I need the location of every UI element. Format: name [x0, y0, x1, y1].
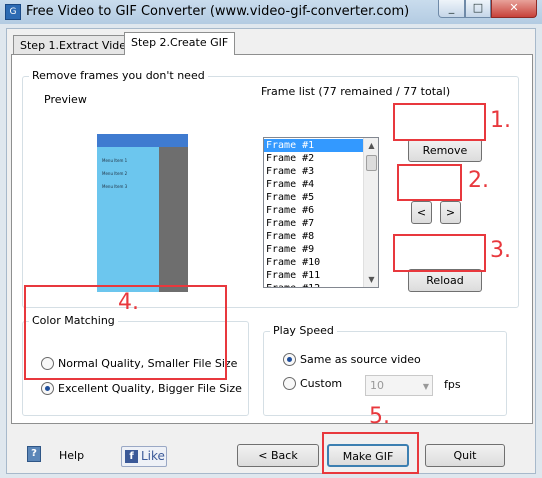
- preview-menu-item: Menu Item 3: [102, 184, 128, 189]
- remove-frames-label: Remove frames you don't need: [29, 69, 208, 82]
- frame-listbox[interactable]: Frame #1 Frame #2 Frame #3 Frame #4 Frame #5…: [263, 137, 379, 288]
- frame-list-item[interactable]: Frame #4: [264, 178, 364, 191]
- frame-list-item[interactable]: Frame #2: [264, 152, 364, 165]
- annotation-number-1: 1.: [490, 108, 511, 133]
- frame-list-item[interactable]: Frame #11: [264, 269, 364, 282]
- annotation-number-5: 5.: [369, 404, 390, 429]
- tab-create-gif[interactable]: Step 2.Create GIF: [124, 32, 236, 55]
- facebook-icon: f: [125, 450, 138, 463]
- frame-list-item[interactable]: Frame #10: [264, 256, 364, 269]
- annotation-box-1: [393, 103, 486, 141]
- frame-list-item[interactable]: Frame #5: [264, 191, 364, 204]
- frame-list-item[interactable]: Frame #6: [264, 204, 364, 217]
- help-link[interactable]: Help: [59, 449, 84, 462]
- frame-list-scrollbar[interactable]: ▲ ▼: [363, 138, 378, 287]
- maximize-button[interactable]: □: [465, 0, 491, 18]
- same-as-source-radio[interactable]: [283, 353, 296, 366]
- custom-fps-value: 10: [370, 379, 384, 392]
- back-button[interactable]: < Back: [237, 444, 319, 467]
- remove-button[interactable]: Remove: [408, 139, 482, 162]
- frame-list-label: Frame list (77 remained / 77 total): [261, 85, 451, 98]
- minimize-button[interactable]: _: [438, 0, 465, 18]
- frame-list-item[interactable]: Frame #1: [264, 139, 364, 152]
- frame-list-item[interactable]: Frame #7: [264, 217, 364, 230]
- annotation-box-3: [393, 234, 486, 272]
- window-title: Free Video to GIF Converter (www.video-g…: [26, 4, 410, 19]
- custom-fps-select[interactable]: 10 ▼: [365, 375, 433, 396]
- scroll-thumb[interactable]: [366, 155, 377, 171]
- annotation-number-4: 4.: [118, 290, 139, 315]
- tab-extract-video[interactable]: Step 1.Extract Video: [13, 35, 140, 55]
- scroll-up-icon[interactable]: ▲: [364, 138, 378, 153]
- annotation-box-5: [322, 432, 419, 474]
- annotation-number-3: 3.: [490, 238, 511, 263]
- preview-menu-item: Menu Item 1: [102, 158, 128, 163]
- app-icon: G: [5, 4, 21, 20]
- chevron-down-icon: ▼: [422, 382, 429, 391]
- next-frame-button[interactable]: >: [440, 201, 461, 224]
- excellent-quality-radio[interactable]: [41, 382, 54, 395]
- preview-image: Menu Item 1 Menu Item 2 Menu Item 3: [97, 134, 188, 292]
- facebook-like-button[interactable]: f Like: [121, 446, 167, 467]
- play-speed-label: Play Speed: [270, 324, 337, 337]
- preview-menu-item: Menu Item 2: [102, 171, 128, 176]
- preview-label: Preview: [44, 93, 87, 106]
- frame-list-item[interactable]: Frame #12: [264, 282, 364, 287]
- help-book-icon[interactable]: ?: [27, 446, 41, 462]
- title-bar: G Free Video to GIF Converter (www.video…: [0, 0, 542, 24]
- custom-speed-label[interactable]: Custom: [300, 377, 342, 390]
- like-label: Like: [141, 449, 165, 463]
- frame-list-item[interactable]: Frame #8: [264, 230, 364, 243]
- fps-unit-label: fps: [444, 378, 461, 391]
- frame-list-item[interactable]: Frame #9: [264, 243, 364, 256]
- frame-list-item[interactable]: Frame #3: [264, 165, 364, 178]
- annotation-box-2: [397, 164, 462, 201]
- same-as-source-label[interactable]: Same as source video: [300, 353, 421, 366]
- reload-button[interactable]: Reload: [408, 269, 482, 292]
- preview-app-bar: [97, 134, 188, 147]
- annotation-number-2: 2.: [468, 168, 489, 193]
- scroll-down-icon[interactable]: ▼: [364, 272, 378, 287]
- quit-button[interactable]: Quit: [425, 444, 505, 467]
- excellent-quality-label[interactable]: Excellent Quality, Bigger File Size: [58, 382, 242, 395]
- custom-speed-radio[interactable]: [283, 377, 296, 390]
- close-button[interactable]: ✕: [491, 0, 537, 18]
- previous-frame-button[interactable]: <: [411, 201, 432, 224]
- preview-side-panel: [159, 147, 188, 292]
